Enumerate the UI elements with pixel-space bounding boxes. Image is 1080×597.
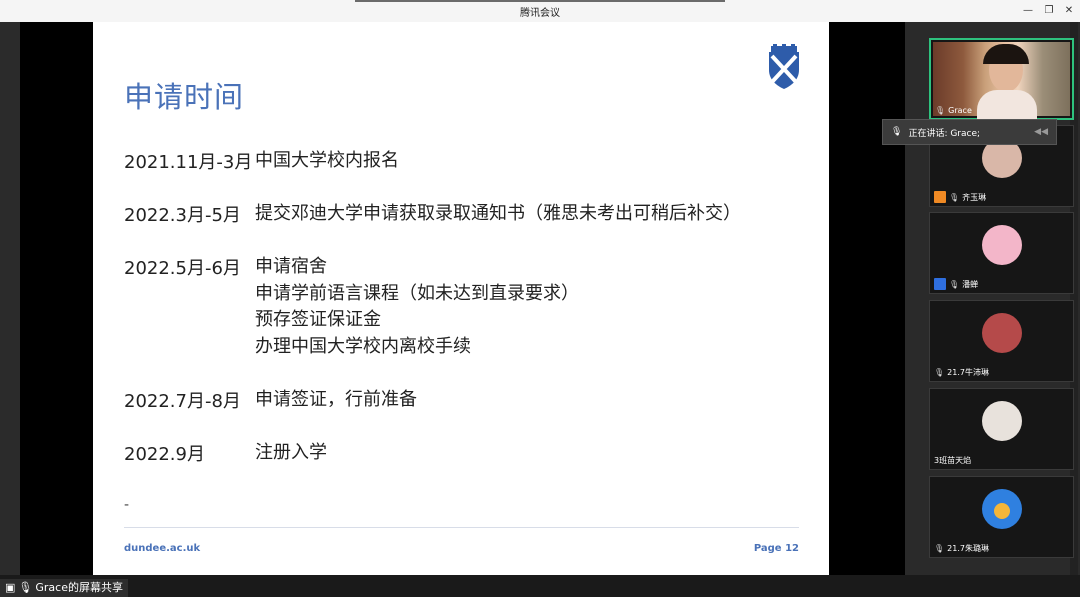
shared-screen-stage: 申请时间 2021.11月-3月 中国大学校内报名 2022.3月-5月 提交邓…: [0, 22, 905, 597]
timeline-item: 申请宿舍: [255, 256, 327, 277]
timeline-date: 2021.11月-3月: [124, 152, 253, 173]
timeline-item: 注册入学: [255, 442, 327, 463]
timeline-item: 申请签证，行前准备: [255, 389, 417, 410]
participant-tile-grace[interactable]: 🎙 Grace: [929, 38, 1074, 120]
speaking-indicator: 🎙 正在讲话: Grace; ◀◀: [882, 119, 1057, 145]
slide-title: 申请时间: [124, 80, 245, 114]
screen-share-icon: ▣: [5, 581, 16, 594]
window-title: 腾讯会议: [520, 8, 560, 19]
participant-video: [933, 42, 1070, 120]
participant-name-row: 🎙 21.7朱璐琳: [934, 543, 989, 554]
avatar: [981, 401, 1022, 441]
mic-muted-icon: 🎙: [934, 368, 945, 377]
user-badge-icon: [934, 191, 946, 203]
timeline-item: 预存签证保证金: [255, 309, 381, 330]
participant-tile[interactable]: 3班苗天焰: [929, 388, 1074, 470]
participant-name: 21.7朱璐琳: [947, 544, 989, 553]
participant-name: 3班苗天焰: [934, 456, 972, 465]
user-badge-icon: [934, 278, 946, 290]
participant-name-row: 🎙 Grace: [935, 106, 972, 115]
participant-tile[interactable]: 🎙 潘蝉: [929, 212, 1074, 294]
mic-muted-icon: 🎙: [949, 279, 960, 289]
close-icon[interactable]: ✕: [1061, 3, 1077, 19]
timeline-item: 中国大学校内报名: [255, 150, 399, 171]
university-crest-logo: [769, 44, 799, 89]
footer-page-number: Page 12: [753, 543, 799, 554]
participant-name: 齐玉琳: [962, 192, 987, 202]
mic-icon: 🎙: [891, 127, 903, 137]
screen-share-text: Grace的屏幕共享: [35, 581, 123, 594]
timeline-date: 2022.9月: [124, 444, 205, 465]
avatar: [981, 489, 1022, 529]
timeline-item: 办理中国大学校内离校手续: [255, 335, 471, 357]
participant-name: Grace: [948, 106, 972, 115]
footer-website: dundee.ac.uk: [124, 543, 201, 554]
timeline-date: 2022.7月-8月: [124, 391, 241, 412]
participant-tile[interactable]: 🎙 21.7牛沛琳: [929, 300, 1074, 382]
timeline-item: 申请学前语言课程（如未达到直录要求）: [255, 282, 579, 304]
participant-name: 21.7牛沛琳: [947, 368, 989, 377]
titlebar-accent-line: [355, 0, 725, 2]
slide-dash: -: [124, 497, 130, 513]
minimize-icon[interactable]: —: [1020, 3, 1036, 19]
restore-icon[interactable]: ❐: [1041, 3, 1057, 19]
mic-icon: 🎙: [935, 106, 946, 115]
mic-icon: 🎙: [18, 581, 33, 594]
timeline-date: 2022.3月-5月: [124, 205, 241, 226]
participant-name-row: 🎙 21.7牛沛琳: [934, 367, 989, 378]
presentation-slide: 申请时间 2021.11月-3月 中国大学校内报名 2022.3月-5月 提交邓…: [93, 22, 829, 575]
participant-name: 潘蝉: [962, 279, 979, 289]
screen-share-label: ▣ 🎙 Grace的屏幕共享: [0, 579, 128, 597]
speaking-text: 正在讲话: Grace;: [908, 128, 981, 139]
window-titlebar: 腾讯会议 — ❐ ✕: [0, 0, 1080, 23]
timeline-item: 提交邓迪大学申请获取录取通知书（雅思未考出可稍后补交）: [255, 203, 741, 224]
timeline-date: 2022.5月-6月: [124, 258, 241, 279]
audio-wave-icon: ◀◀: [1034, 127, 1048, 137]
participant-name-row: 🎙 潘蝉: [934, 278, 978, 290]
avatar: [981, 313, 1022, 353]
mic-muted-icon: 🎙: [949, 192, 960, 202]
participant-tile[interactable]: 🎙 21.7朱璐琳: [929, 476, 1074, 558]
participant-panel: 🎙 Grace 🎙 齐玉琳 🎙 潘蝉 🎙 21.7牛沛琳 3班苗天焰 🎙 21.…: [905, 22, 1080, 575]
stage-left-edge: [0, 22, 20, 575]
avatar: [981, 225, 1022, 265]
mic-muted-icon: 🎙: [934, 544, 945, 553]
footer-divider: [124, 527, 799, 528]
participant-name-row: 3班苗天焰: [934, 455, 971, 466]
participant-name-row: 🎙 齐玉琳: [934, 191, 986, 203]
